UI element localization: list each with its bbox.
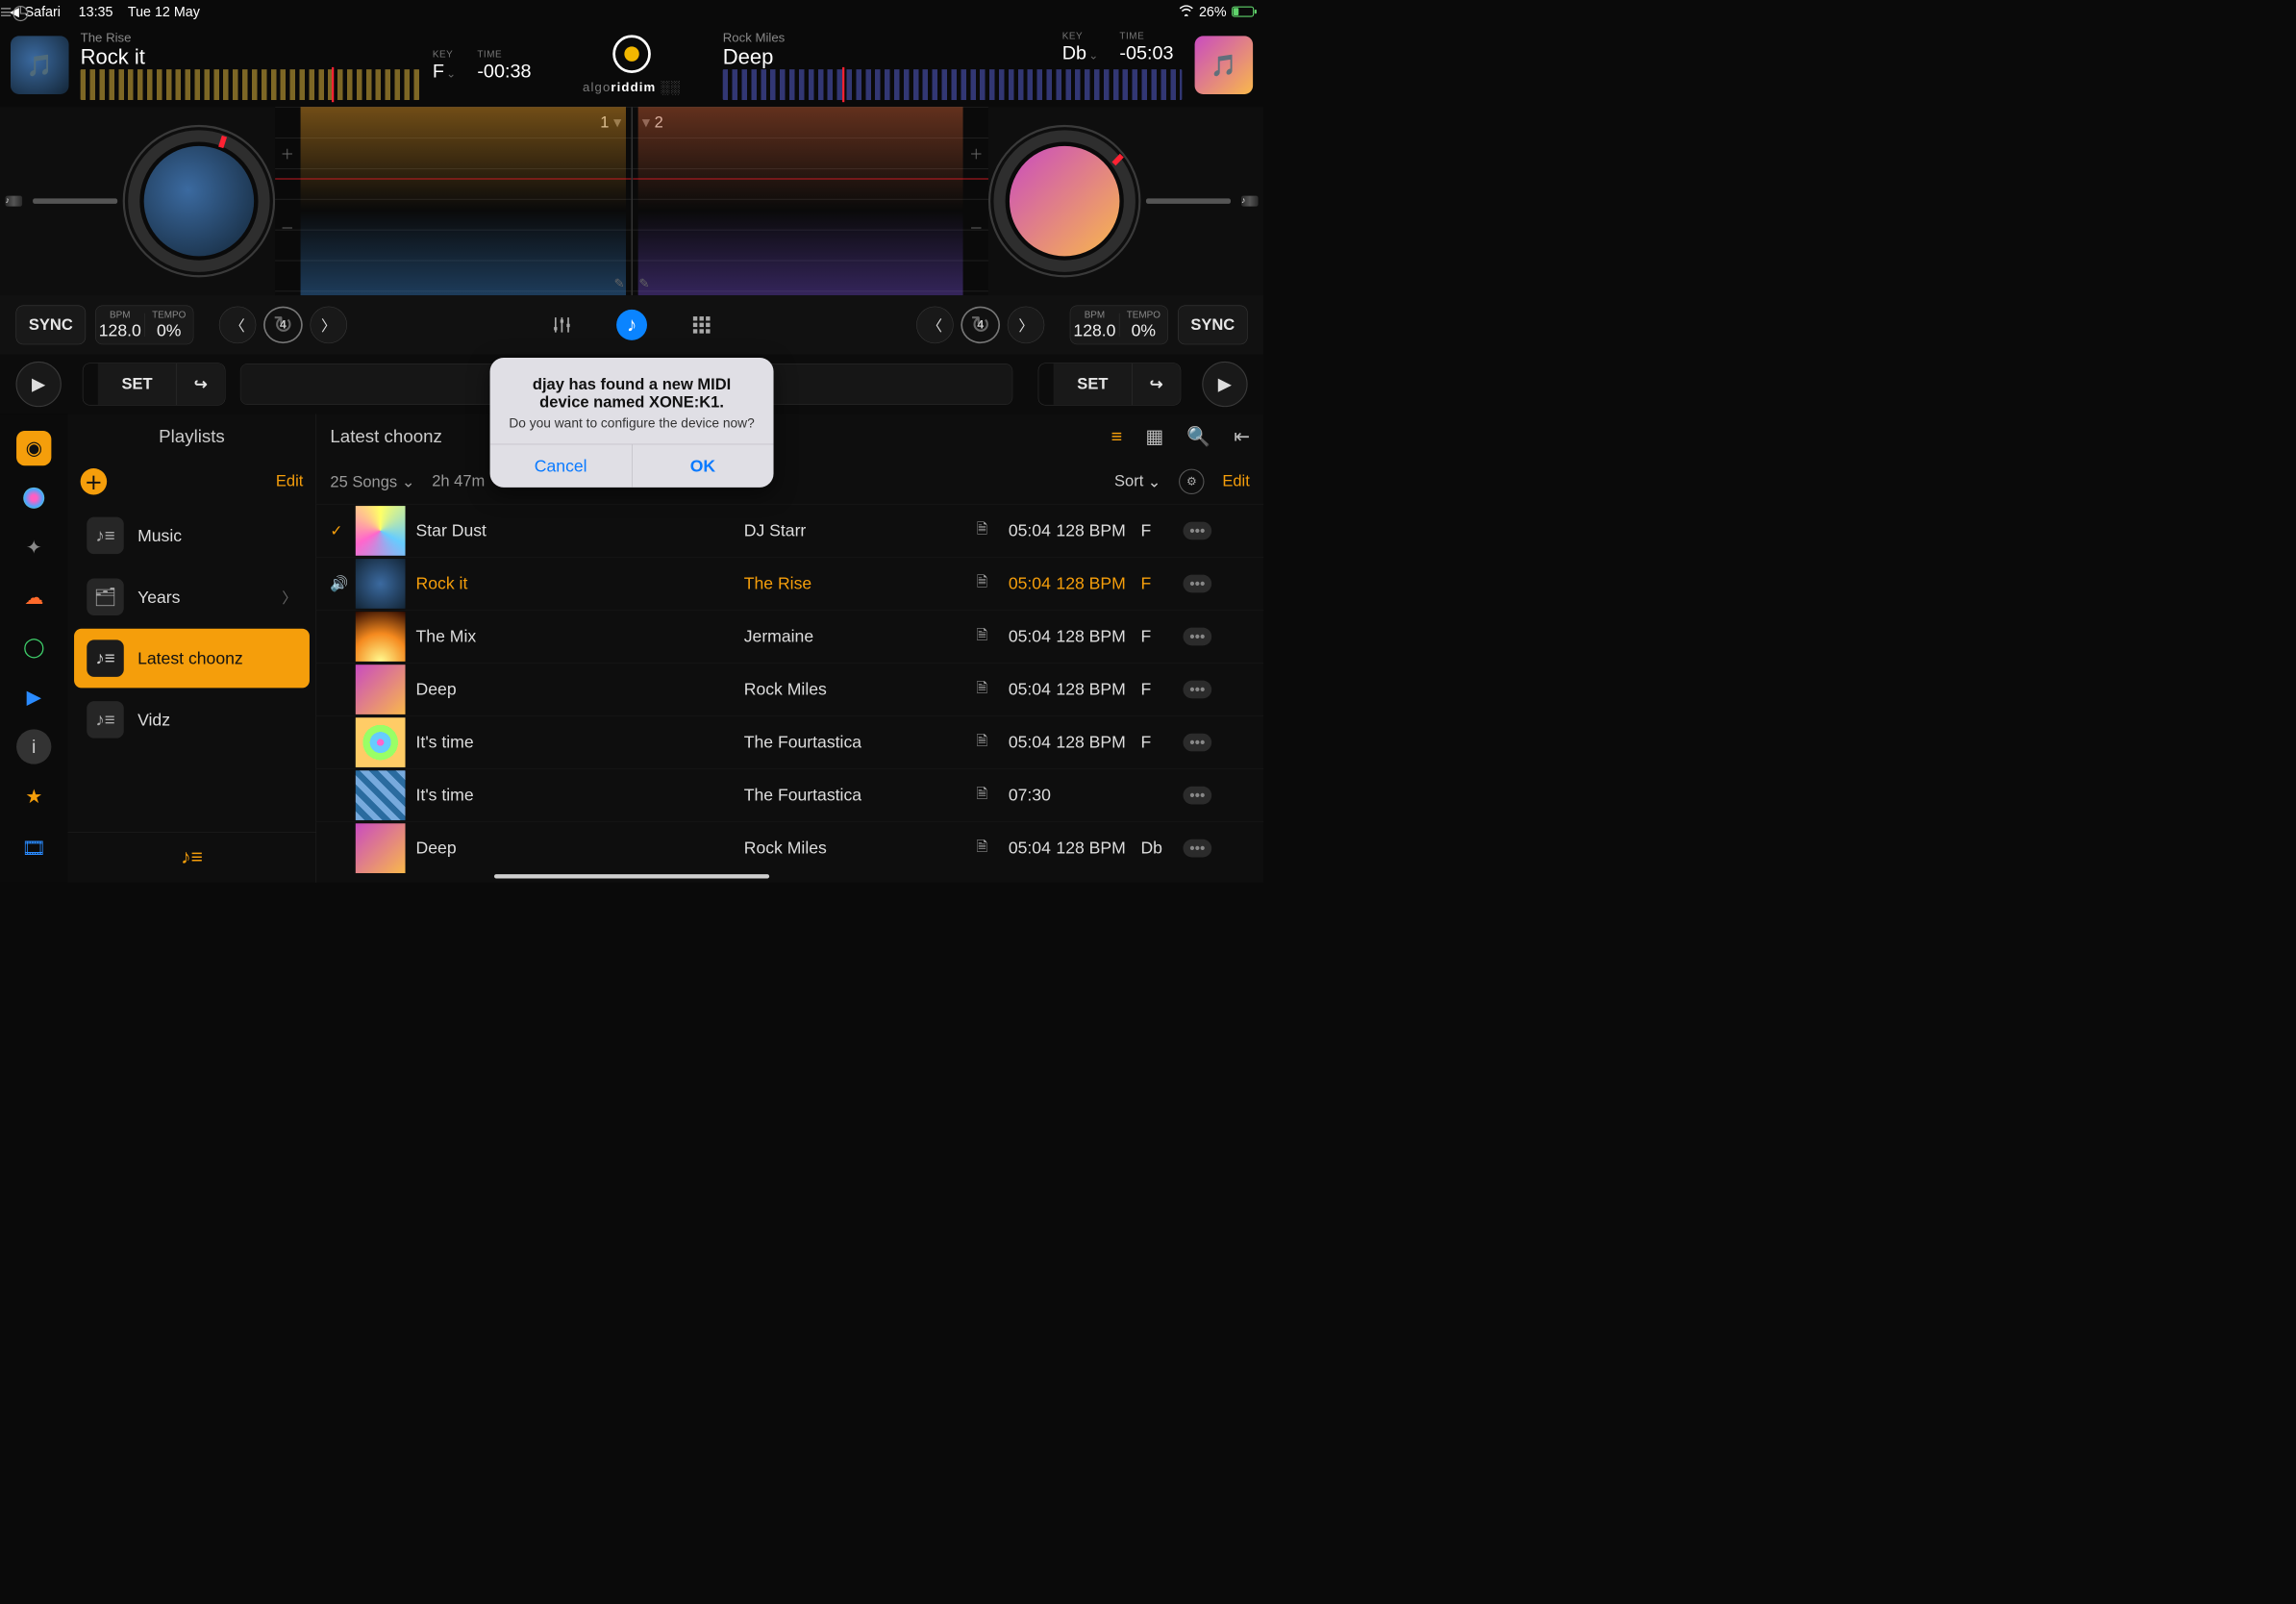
alert-cancel-button[interactable]: Cancel — [490, 444, 632, 488]
alert-title: djay has found a new MIDI device named X… — [506, 376, 758, 412]
alert-message: Do you want to configure the device now? — [506, 416, 758, 432]
alert-ok-button[interactable]: OK — [632, 444, 774, 488]
midi-device-alert: djay has found a new MIDI device named X… — [490, 358, 774, 488]
